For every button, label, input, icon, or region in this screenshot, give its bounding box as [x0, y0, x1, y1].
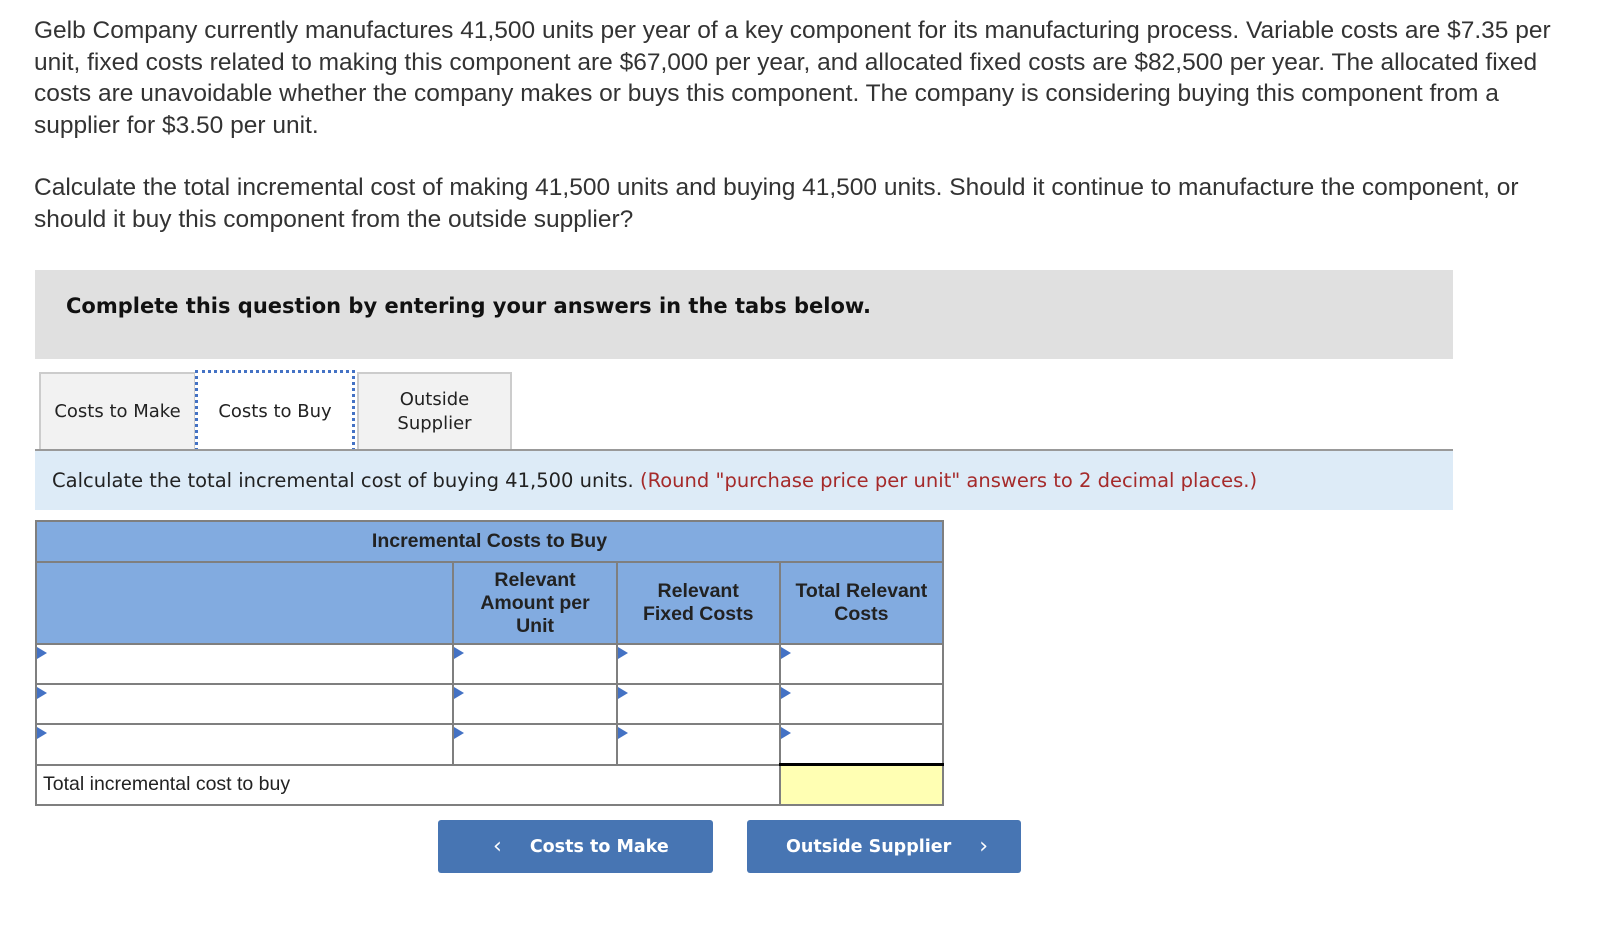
column-header-description [34, 561, 455, 645]
tab-costs-to-buy[interactable]: Costs to Buy [195, 370, 355, 451]
column-header-amount-per-unit-label: Relevant Amount per Unit [480, 568, 590, 637]
row-1-description-input[interactable] [37, 645, 453, 683]
chevron-left-icon: ‹ [493, 834, 502, 859]
instructions-banner: Complete this question by entering your … [35, 270, 1453, 359]
question-paragraph-1: Gelb Company currently manufactures 41,5… [34, 17, 1551, 139]
column-header-total-costs: Total Relevant Costs [778, 561, 945, 645]
row-1-total-costs-input[interactable] [780, 645, 942, 683]
column-header-amount-per-unit: Relevant Amount per Unit [452, 561, 618, 645]
question-paragraph-2: Calculate the total incremental cost of … [34, 174, 1519, 233]
previous-tab-label: Costs to Make [529, 836, 669, 857]
table-title: Incremental Costs to Buy [35, 520, 944, 563]
instructions-text: Complete this question by entering your … [66, 294, 871, 318]
row-3-amount-per-unit-input[interactable] [454, 725, 616, 764]
row-3-description-input[interactable] [37, 725, 453, 764]
next-tab-button[interactable]: Outside Supplier › [747, 820, 1021, 873]
row-3-fixed-costs-input[interactable] [617, 725, 779, 764]
tab-costs-to-make[interactable]: Costs to Make [39, 372, 196, 449]
row-2-description-input[interactable] [37, 685, 453, 723]
row-2-amount-per-unit-input[interactable] [454, 685, 616, 723]
next-tab-label: Outside Supplier [786, 836, 952, 857]
row-2-total-costs-input[interactable] [780, 685, 942, 723]
total-label: Total incremental cost to buy [35, 763, 781, 806]
row-3-total-costs-input[interactable] [780, 725, 942, 763]
table-row [34, 683, 945, 725]
tab-outside-supplier[interactable]: Outside Supplier [357, 372, 512, 449]
table-row [34, 723, 945, 766]
row-1-fixed-costs-input[interactable] [617, 645, 779, 683]
prompt-text: Calculate the total incremental cost of … [52, 469, 634, 492]
column-header-fixed-costs: Relevant Fixed Costs [615, 561, 781, 645]
rounding-note: (Round "purchase price per unit" answers… [639, 469, 1258, 492]
incremental-costs-table: Incremental Costs to Buy Relevant Amount… [34, 520, 945, 806]
total-row: Total incremental cost to buy [35, 763, 945, 806]
tab-outside-supplier-label: Outside Supplier [397, 388, 472, 434]
total-incremental-cost-input[interactable] [780, 766, 942, 804]
previous-tab-button[interactable]: ‹ Costs to Make [438, 820, 713, 873]
column-header-total-costs-label: Total Relevant Costs [795, 580, 928, 625]
column-header-fixed-costs-label: Relevant Fixed Costs [642, 580, 754, 625]
row-2-fixed-costs-input[interactable] [617, 685, 779, 723]
table-row [34, 643, 945, 685]
chevron-right-icon: › [979, 834, 989, 859]
prompt-banner: Calculate the total incremental cost of … [35, 451, 1453, 510]
row-1-amount-per-unit-input[interactable] [454, 645, 616, 683]
